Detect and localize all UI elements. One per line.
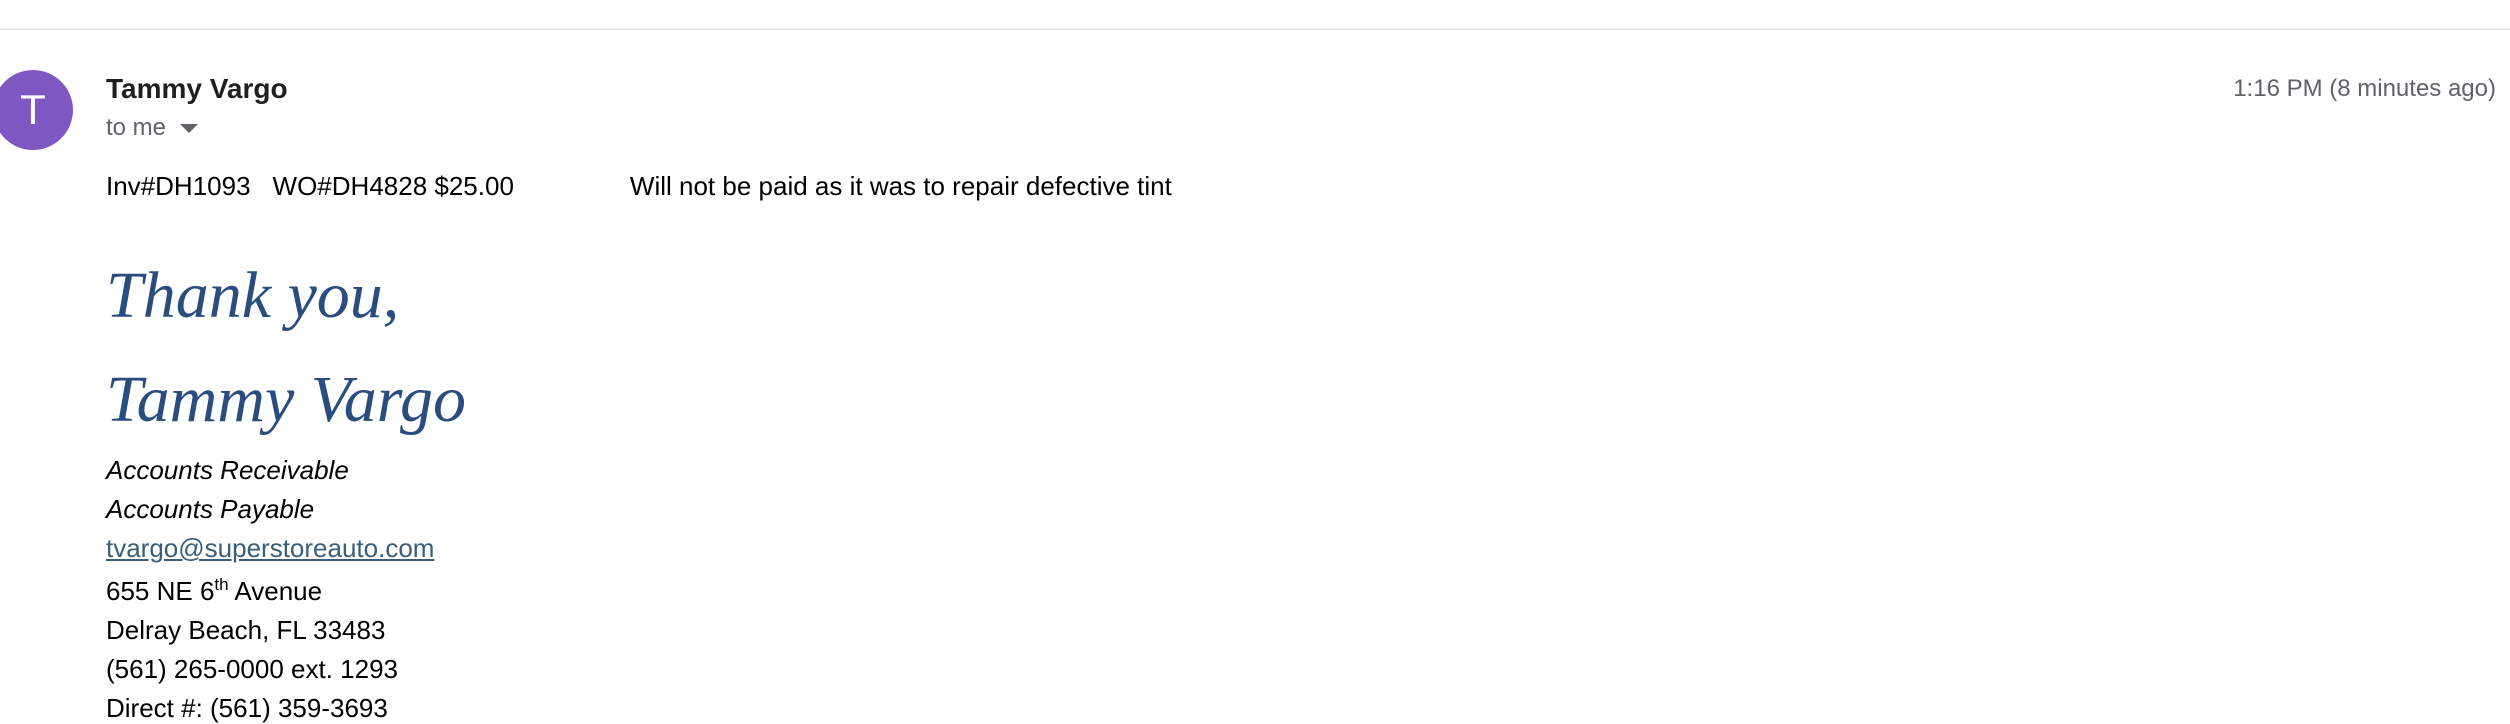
chevron-down-icon[interactable] (180, 123, 199, 133)
signature-phone: (561) 265-0000 ext. 1293 (106, 654, 398, 684)
message-body: Inv#DH1093 WO#DH4828 $25.00 Will not be pa… (106, 170, 1172, 202)
street-address-number: 655 NE 6 (106, 576, 215, 606)
header-divider (0, 28, 2510, 30)
payment-note: Will not be paid as it was to repair def… (629, 171, 1172, 201)
street-ordinal-suffix: th (214, 575, 229, 594)
signature-street-address: 655 NE 6th Avenue (106, 575, 322, 607)
signature-city-line: Delray Beach, FL 33483 (106, 615, 386, 645)
work-order: WO#DH4828 $25.00 (272, 171, 514, 201)
signature-name: Tammy Vargo (106, 363, 467, 436)
signature-closing: Thank you, (106, 259, 400, 332)
street-address-name: Avenue (228, 576, 323, 606)
invoice-number: Inv#DH1093 (106, 171, 251, 201)
signature-role-receivable: Accounts Receivable (106, 455, 349, 485)
signature-direct-phone: Direct #: (561) 359-3693 (106, 693, 388, 723)
recipient-label: to me (106, 114, 167, 141)
message-timestamp: 1:16 PM (8 minutes ago) (2233, 75, 2496, 102)
signature-email-link[interactable]: tvargo@superstoreauto.com (106, 532, 434, 564)
signature-role-payable: Accounts Payable (106, 494, 315, 524)
sender-name[interactable]: Tammy Vargo (106, 72, 288, 106)
recipient-details-toggle[interactable]: to me (106, 113, 199, 143)
sender-avatar[interactable]: T (0, 70, 73, 150)
